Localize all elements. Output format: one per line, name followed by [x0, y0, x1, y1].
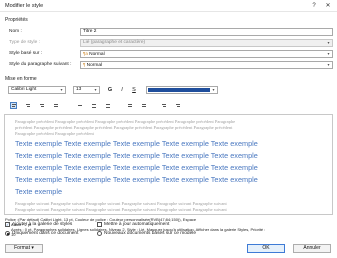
next-paragraph-line: Paragraphe suivant Paragraphe suivant Pa…: [15, 207, 227, 212]
sample-text-line: Texte exemple Texte exemple Texte exempl…: [15, 175, 258, 184]
sample-text-line: Texte exemple: [15, 187, 63, 196]
auto-update-label: Mettre à jour automatiquement: [104, 222, 170, 227]
type-value: Lié (paragraphe et caractère): [83, 40, 146, 45]
type-label: Type de style :: [9, 40, 40, 45]
cancel-button[interactable]: Annuler: [293, 244, 331, 253]
italic-button[interactable]: I: [118, 86, 126, 94]
decrease-indent-button[interactable]: [160, 102, 167, 109]
chevron-down-icon: ▾: [212, 87, 215, 92]
properties-heading: Propriétés: [5, 17, 28, 23]
based-select[interactable]: ¶a Normal ▾: [80, 50, 333, 58]
align-left-button[interactable]: [10, 102, 17, 109]
font-color-swatch: [148, 88, 210, 92]
based-label: Style basé sur :: [9, 51, 43, 56]
chevron-down-icon: ▾: [60, 87, 63, 92]
next-paragraph-line: Paragraphe suivant Paragraphe suivant Pa…: [15, 201, 227, 206]
font-color-select[interactable]: ▾: [146, 86, 218, 94]
size-value: 13: [76, 87, 82, 92]
font-value: Calibri Light: [11, 87, 37, 92]
line-spacing-1-5-button[interactable]: [90, 102, 97, 109]
style-description: Police :(Par défaut) Calibri Light, 13 p…: [5, 217, 332, 243]
space-after-button[interactable]: [140, 102, 147, 109]
add-gallery-checkbox[interactable]: ✓: [5, 222, 10, 227]
size-select[interactable]: 13 ▾: [73, 86, 100, 94]
next-label: Style du paragraphe suivant :: [9, 62, 72, 67]
next-value: Normal: [86, 63, 103, 68]
align-center-button[interactable]: [24, 102, 31, 109]
sample-text-line: Texte exemple Texte exemple Texte exempl…: [15, 163, 258, 172]
style-preview: Paragraphe précédent Paragraphe précéden…: [4, 114, 333, 215]
single-spacing-button[interactable]: [76, 102, 83, 109]
bold-button[interactable]: G: [106, 86, 114, 94]
chevron-down-icon: ▾: [94, 87, 97, 92]
format-button[interactable]: Format ▾: [5, 244, 43, 253]
close-button[interactable]: ✕: [323, 1, 333, 11]
add-gallery-label: Ajouter à la galerie de styles: [12, 222, 73, 227]
ok-button[interactable]: OK: [247, 244, 285, 253]
new-documents-radio[interactable]: [97, 231, 102, 236]
font-select[interactable]: Calibri Light ▾: [8, 86, 66, 94]
chevron-down-icon: ▾: [327, 51, 330, 56]
help-button[interactable]: ?: [309, 1, 319, 11]
justify-button[interactable]: [52, 102, 59, 109]
name-label: Nom :: [9, 29, 22, 34]
underline-button[interactable]: S: [130, 86, 138, 94]
align-right-button[interactable]: [38, 102, 45, 109]
only-this-document-radio[interactable]: [5, 231, 10, 236]
title-bar: [0, 0, 337, 12]
new-documents-label: Nouveaux documents basés sur ce modèle: [104, 231, 196, 236]
chevron-down-icon: ▾: [327, 62, 330, 67]
double-spacing-button[interactable]: [104, 102, 111, 109]
formatting-heading: Mise en forme: [5, 76, 37, 82]
sample-text-line: Texte exemple Texte exemple Texte exempl…: [15, 151, 258, 160]
sample-text-line: Texte exemple Texte exemple Texte exempl…: [15, 139, 258, 148]
space-before-button[interactable]: [126, 102, 133, 109]
based-value: Normal: [89, 52, 105, 57]
next-select[interactable]: ¶ Normal ▾: [80, 61, 333, 69]
name-input[interactable]: Titre 2: [80, 28, 333, 36]
previous-paragraph-line: Paragraphe précédent Paragraphe précéden…: [15, 119, 236, 124]
auto-update-checkbox[interactable]: [97, 222, 102, 227]
type-select[interactable]: Lié (paragraphe et caractère) ▾: [80, 39, 333, 47]
increase-indent-button[interactable]: [174, 102, 181, 109]
previous-paragraph-line: Paragraphe précédent Paragraphe précéden…: [15, 131, 94, 136]
previous-paragraph-line: précédent Paragraphe précédent Paragraph…: [15, 125, 233, 130]
chevron-down-icon: ▾: [327, 40, 330, 45]
only-this-document-label: Uniquement dans ce document: [12, 231, 79, 236]
window-title: Modifier le style: [5, 3, 44, 9]
